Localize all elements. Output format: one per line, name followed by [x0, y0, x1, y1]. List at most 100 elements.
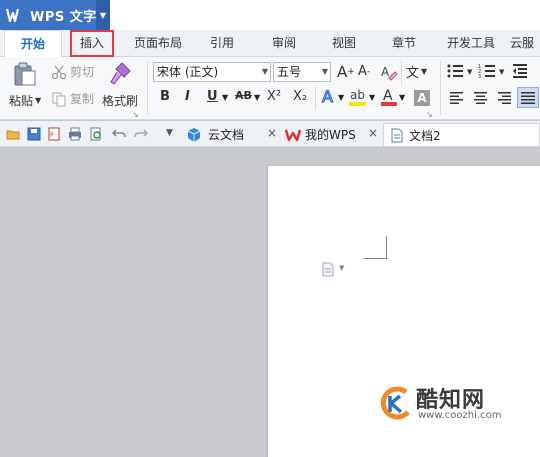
title-bar: WPS 文字 ▼ [0, 0, 540, 30]
open-folder-icon[interactable] [6, 127, 20, 141]
margin-corner-mark [386, 236, 387, 259]
svg-text:3: 3 [478, 74, 481, 79]
strikethrough-button[interactable]: AB [235, 89, 252, 102]
justify-icon [521, 92, 535, 104]
numbering-icon[interactable]: 1 2 3 ▼ [478, 63, 508, 79]
svg-text:P: P [50, 132, 54, 139]
wps-logo-icon [285, 129, 301, 141]
copy-button[interactable]: 复制 [51, 90, 94, 107]
bullets-icon[interactable]: ▼ [446, 63, 476, 79]
grow-font-button[interactable]: A + [337, 63, 355, 81]
coozhi-logo-icon [380, 386, 410, 420]
paste-dropdown-icon[interactable]: ▼ [35, 96, 41, 105]
ribbon-divider [401, 61, 402, 85]
font-name-value: 宋体 (正文) [157, 65, 219, 79]
strikethrough-dropdown-icon[interactable]: ▼ [254, 93, 260, 102]
font-color-icon[interactable]: A [380, 86, 398, 108]
justify-button[interactable] [517, 87, 539, 108]
font-name-select[interactable]: 宋体 (正文) ▼ [153, 62, 271, 82]
doc-tab-mywps[interactable]: 我的WPS [285, 123, 356, 146]
wps-logo-icon [6, 8, 20, 23]
svg-text:▼: ▼ [467, 68, 473, 76]
underline-dropdown-icon[interactable]: ▼ [222, 93, 228, 102]
font-size-select[interactable]: 五号 ▼ [273, 62, 331, 82]
close-icon[interactable]: × [267, 126, 277, 140]
chevron-down-icon: ▼ [261, 67, 268, 76]
align-right-icon[interactable] [498, 91, 512, 105]
tab-developer[interactable]: 开发工具 [440, 30, 502, 57]
print-preview-icon[interactable] [89, 127, 103, 141]
redo-icon[interactable] [134, 127, 148, 141]
paste-label: 粘贴 [9, 94, 34, 108]
ribbon-divider [147, 61, 148, 115]
tab-insert[interactable]: 插入 [70, 30, 114, 57]
doc-tab-cloud[interactable]: 云文档 [186, 123, 244, 146]
tab-review[interactable]: 审阅 [262, 30, 306, 57]
ribbon-divider [315, 86, 316, 110]
char-shading-icon[interactable]: A [414, 90, 430, 106]
bold-button[interactable]: B [160, 89, 170, 104]
paste-button[interactable]: 粘贴 ▼ [9, 92, 41, 109]
doc-tab-active[interactable]: 文档2 [383, 123, 540, 146]
italic-button[interactable]: I [185, 89, 190, 104]
app-menu-button[interactable]: WPS 文字 ▼ [0, 0, 110, 30]
cut-button[interactable]: 剪切 [51, 63, 94, 80]
text-effect-dropdown-icon[interactable]: ▼ [338, 93, 344, 102]
print-icon[interactable] [68, 127, 82, 141]
font-launcher-icon[interactable]: ↘ [426, 110, 433, 119]
tab-references[interactable]: 引用 [200, 30, 244, 57]
highlighter-icon[interactable]: ab [348, 86, 368, 108]
phonetic-guide-button[interactable]: 文 ▼ [406, 62, 427, 81]
copy-label: 复制 [70, 92, 95, 106]
format-painter-icon[interactable] [108, 60, 134, 86]
doc-tab-label: 我的WPS [305, 128, 356, 142]
font-size-value: 五号 [277, 65, 302, 79]
svg-text:ab: ab [350, 88, 365, 102]
underline-button[interactable]: U [207, 89, 218, 104]
doc-tab-label: 文档2 [409, 128, 441, 143]
paste-icon[interactable] [12, 61, 38, 87]
undo-icon[interactable] [112, 127, 126, 141]
cut-label: 剪切 [70, 65, 95, 79]
paste-options-dropdown-icon[interactable]: ▼ [339, 264, 344, 272]
watermark-url: www.coozhi.com [418, 410, 502, 421]
clear-format-icon[interactable]: A [380, 63, 398, 81]
watermark: 酷知网 www.coozhi.com [378, 382, 528, 430]
subscript-button[interactable]: X₂ [293, 89, 307, 104]
format-painter-button[interactable]: 格式刷 [102, 92, 138, 109]
svg-text:A: A [381, 65, 390, 79]
chevron-down-icon: ▼ [421, 67, 428, 76]
margin-corner-mark [363, 258, 387, 259]
cloud-docs-icon [187, 127, 201, 142]
superscript-button[interactable]: X² [267, 89, 281, 104]
scissors-icon [51, 65, 67, 79]
ribbon-tabs: 开始 插入 页面布局 引用 审阅 视图 章节 开发工具 云服 [0, 30, 540, 58]
tab-chapter[interactable]: 章节 [382, 30, 426, 57]
app-dropdown-icon[interactable]: ▼ [96, 0, 110, 30]
document-icon [391, 128, 403, 142]
font-color-dropdown-icon[interactable]: ▼ [399, 93, 405, 102]
tab-view[interactable]: 视图 [322, 30, 366, 57]
chevron-down-icon: ▼ [321, 67, 328, 76]
svg-text:A: A [322, 87, 333, 106]
doc-tab-label: 云文档 [208, 128, 245, 142]
save-icon[interactable] [27, 127, 41, 141]
tab-page-layout[interactable]: 页面布局 [128, 30, 188, 57]
align-left-icon[interactable] [450, 91, 464, 105]
app-name: WPS 文字 [30, 9, 97, 25]
highlighter-dropdown-icon[interactable]: ▼ [369, 93, 375, 102]
paste-options-icon[interactable] [321, 262, 335, 277]
tab-home[interactable]: 开始 [4, 30, 62, 58]
svg-text:▼: ▼ [499, 68, 505, 76]
clipboard-launcher-icon[interactable]: ↘ [132, 110, 139, 119]
export-pdf-icon[interactable]: P [47, 127, 61, 141]
close-icon[interactable]: × [368, 126, 378, 140]
svg-text:A: A [383, 88, 393, 104]
format-painter-label: 格式刷 [102, 94, 139, 108]
quick-access-dropdown-icon[interactable]: ▼ [166, 128, 173, 138]
tab-cloud[interactable]: 云服 [510, 30, 540, 57]
decrease-indent-icon[interactable] [512, 63, 528, 79]
align-center-icon[interactable] [474, 91, 488, 105]
copy-icon [52, 92, 66, 106]
shrink-font-button[interactable]: A- [358, 64, 370, 79]
